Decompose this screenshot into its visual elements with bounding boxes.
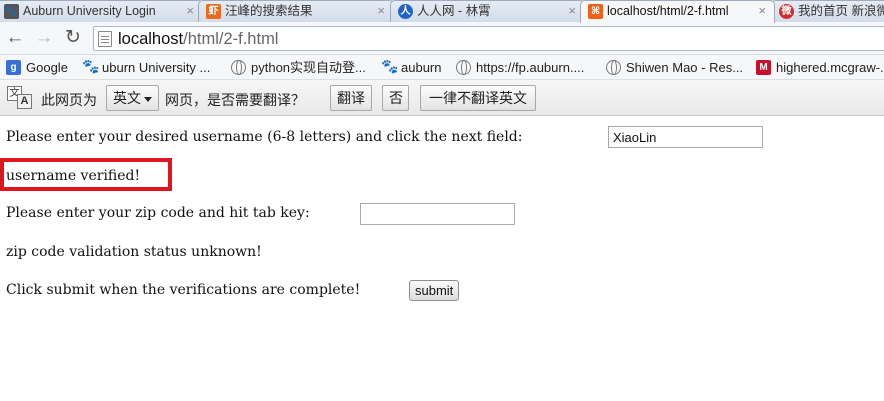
url-host: localhost [118, 30, 184, 48]
xampp-icon: ⌘ [588, 4, 603, 19]
browser-toolbar: ← → ↻ localhost/html/2-f.html [0, 22, 884, 55]
submit-prompt: Click submit when the verifications are … [6, 282, 361, 298]
bookmark-auburn[interactable]: 🐾 auburn [381, 58, 442, 76]
globe-icon [456, 60, 471, 75]
submit-button[interactable]: submit [409, 280, 460, 301]
close-icon[interactable]: × [186, 1, 194, 21]
bookmark-label: https://fp.auburn.... [476, 60, 585, 75]
translate-button[interactable]: 翻译 [330, 85, 372, 111]
translate-icon: 文 A [7, 86, 33, 110]
url-text: localhost/html/2-f.html [118, 29, 278, 49]
bookmark-label: Google [26, 60, 68, 75]
bookmark-google[interactable]: g Google [6, 59, 68, 76]
tab-title: 人人网 - 林霄 [417, 4, 491, 18]
google-icon: g [6, 60, 21, 75]
never-translate-button[interactable]: 一律不翻译英文 [420, 85, 536, 111]
tab-localhost[interactable]: ⌘ localhost/html/2-f.html × [580, 0, 775, 23]
back-arrow-icon[interactable]: ← [4, 27, 26, 49]
weibo-icon: 微 [779, 4, 794, 19]
tab-strip: 🐾 Auburn University Login × 虾 汪峰的搜索结果 × … [0, 0, 884, 23]
bookmark-mcgraw[interactable]: M highered.mcgraw-... [756, 59, 884, 76]
globe-icon [606, 60, 621, 75]
zip-status: zip code validation status unknown! [6, 244, 262, 260]
bookmark-label: Shiwen Mao - Res... [626, 60, 744, 75]
tab-title: 我的首页 新浪微 [798, 4, 884, 18]
auburn-paw-icon: 🐾 [4, 4, 19, 19]
page-icon [98, 31, 112, 47]
bookmark-label: auburn [401, 60, 442, 75]
close-icon[interactable]: × [568, 1, 576, 21]
chevron-down-icon [144, 96, 152, 102]
globe-icon [231, 60, 246, 75]
search-result-icon: 虾 [206, 4, 221, 19]
username-input[interactable]: XiaoLin [608, 126, 763, 148]
close-icon[interactable]: × [377, 1, 385, 21]
tab-title: localhost/html/2-f.html [607, 4, 729, 18]
zip-prompt: Please enter your zip code and hit tab k… [6, 205, 310, 221]
bookmark-label: python实现自动登... [251, 60, 366, 75]
language-select[interactable]: 英文 [106, 85, 159, 111]
auburn-paw-icon: 🐾 [82, 58, 100, 74]
address-bar[interactable]: localhost/html/2-f.html [93, 26, 884, 51]
translate-prefix: 此网页为 [41, 92, 97, 108]
language-value: 英文 [113, 90, 141, 106]
translate-infobar: 文 A 此网页为 英文 网页，是否需要翻译？ 翻译 否 一律不翻译英文 [0, 80, 884, 116]
tab-search-results[interactable]: 虾 汪峰的搜索结果 × [198, 0, 394, 22]
bookmark-label: uburn University ... [102, 60, 211, 75]
tab-title: Auburn University Login [23, 4, 156, 18]
close-icon[interactable]: × [758, 1, 766, 21]
tab-title: 汪峰的搜索结果 [225, 4, 313, 18]
bookmark-fp-auburn[interactable]: https://fp.auburn.... [456, 59, 584, 76]
tab-weibo[interactable]: 微 我的首页 新浪微 [771, 0, 884, 22]
bookmarks-bar: g Google 🐾 uburn University ... python实现… [0, 55, 884, 80]
auburn-paw-icon: 🐾 [381, 58, 399, 74]
bookmark-label: highered.mcgraw-... [776, 60, 884, 75]
tab-renren[interactable]: 人 人人网 - 林霄 × [390, 0, 585, 22]
bookmark-auburn-university[interactable]: 🐾 uburn University ... [82, 58, 211, 76]
zip-code-input[interactable] [360, 203, 515, 225]
url-path: /html/2-f.html [183, 30, 279, 48]
tab-auburn-login[interactable]: 🐾 Auburn University Login × [0, 0, 203, 22]
reload-icon[interactable]: ↻ [62, 27, 84, 49]
translate-question: 网页，是否需要翻译？ [165, 92, 305, 108]
forward-arrow-icon[interactable]: → [33, 27, 55, 49]
bookmark-shiwen-mao[interactable]: Shiwen Mao - Res... [606, 59, 743, 76]
bookmark-python-login[interactable]: python实现自动登... [231, 59, 366, 76]
renren-icon: 人 [398, 4, 413, 19]
username-prompt: Please enter your desired username (6-8 … [6, 129, 523, 145]
no-button[interactable]: 否 [382, 85, 409, 111]
mcgraw-icon: M [756, 60, 771, 75]
page-content: Please enter your desired username (6-8 … [0, 117, 884, 401]
username-status: username verified! [6, 168, 141, 184]
